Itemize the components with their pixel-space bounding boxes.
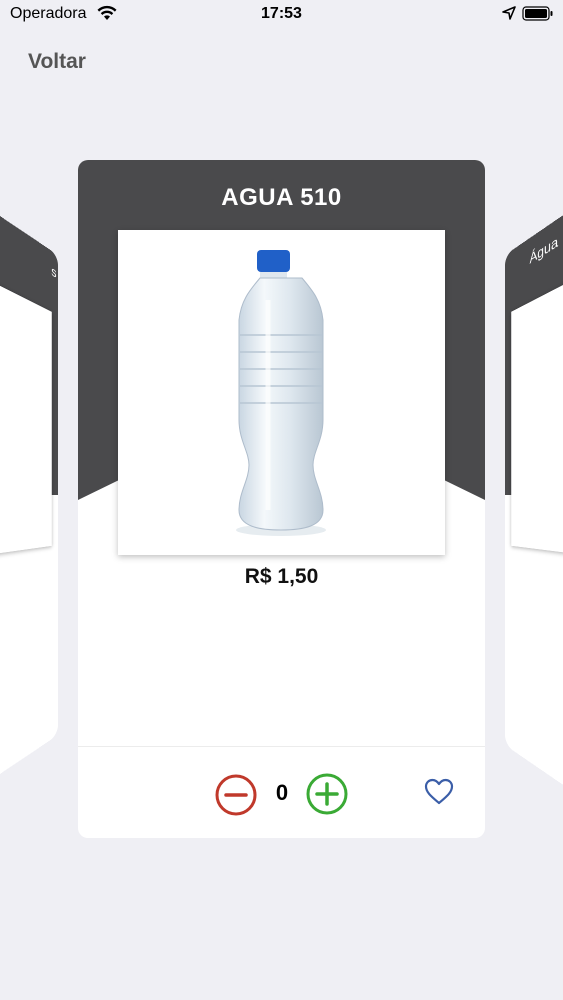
divider [78,746,485,747]
clock: 17:53 [261,5,302,22]
status-bar: Operadora 17:53 [0,0,563,30]
product-title: AGUA 510 [221,184,342,211]
back-button[interactable]: Voltar [28,50,86,74]
heart-outline-icon[interactable] [424,778,454,811]
plus-circle-icon[interactable] [305,772,349,821]
previous-card-title: s [51,262,57,282]
battery-icon [522,6,554,26]
product-card: AGUA 510 R$ 1,50 0 [78,160,485,838]
minus-circle-icon[interactable] [214,773,258,822]
quantity-value: 0 [275,780,289,805]
water-bottle-illustration [236,250,326,536]
previous-product-image [0,278,52,556]
next-product-card[interactable]: Água [505,204,563,796]
next-product-image [511,277,563,555]
product-image [118,230,445,555]
product-price: R$ 1,50 [244,565,319,588]
location-arrow-icon [502,6,516,25]
previous-product-card[interactable]: s [0,206,58,784]
